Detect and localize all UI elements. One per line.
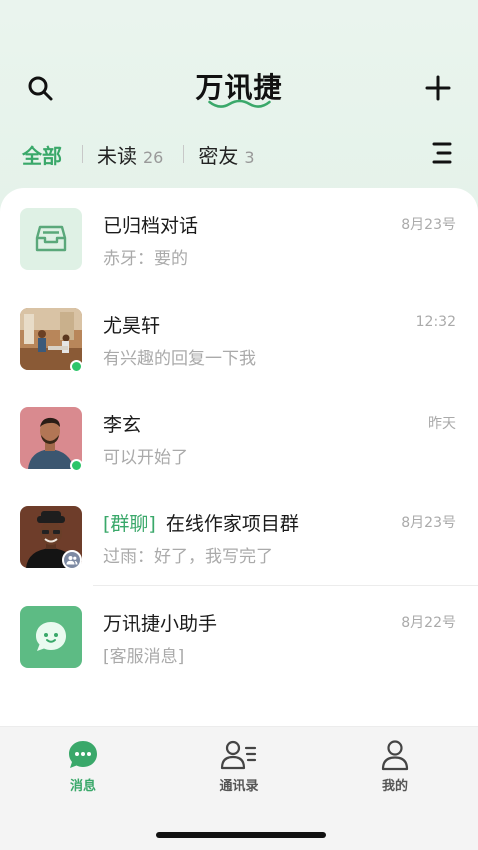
logo-wave-icon	[208, 99, 271, 108]
conversation-preview: 赤牙：要的	[103, 249, 188, 269]
chat-bot-icon	[36, 622, 66, 651]
nav-profile[interactable]: 我的	[350, 739, 440, 799]
conversation-preview: 可以开始了	[103, 448, 188, 468]
tab-unread[interactable]: 未读 26	[97, 140, 163, 169]
group-badge	[62, 550, 82, 570]
conversation-title: 李玄	[103, 414, 142, 436]
add-button[interactable]	[418, 68, 458, 108]
nav-label: 我的	[381, 779, 408, 794]
conversation-time: 8月22号	[401, 615, 456, 631]
conversation-time: 12:32	[415, 314, 456, 330]
conversation-preview: [客服消息]	[103, 647, 185, 667]
conversation-title: [群聊] 在线作家项目群	[103, 509, 299, 536]
tab-divider	[183, 145, 185, 163]
conversation-item[interactable]: 李玄 可以开始了 昨天	[0, 387, 478, 487]
filter-menu-button[interactable]	[430, 140, 454, 166]
conversation-time: 昨天	[428, 416, 456, 432]
conversation-preview: 过雨：好了，我写完了	[103, 547, 273, 567]
conversation-title: 万讯捷小助手	[103, 613, 218, 635]
conversation-item[interactable]: 尤昊轩 有兴趣的回复一下我 12:32	[0, 288, 478, 388]
conversation-time: 8月23号	[401, 217, 456, 233]
tab-label: 全部	[22, 143, 62, 168]
conversation-time: 8月23号	[401, 515, 456, 531]
profile-icon	[381, 740, 409, 771]
search-button[interactable]	[20, 68, 60, 108]
unread-count: 26	[143, 147, 164, 167]
nav-label: 消息	[69, 779, 96, 794]
tab-label: 密友	[198, 143, 239, 168]
nav-contacts[interactable]: 通讯录	[194, 739, 284, 799]
close-friends-count: 3	[244, 147, 255, 167]
conversation-item-group[interactable]: [群聊] 在线作家项目群 过雨：好了，我写完了 8月23号	[0, 486, 478, 586]
tab-divider	[82, 145, 83, 163]
tab-all[interactable]: 全部	[22, 140, 62, 169]
contacts-icon	[220, 740, 257, 770]
conversation-item-assistant[interactable]: 万讯捷小助手 [客服消息] 8月22号	[0, 586, 478, 686]
search-icon	[28, 76, 53, 101]
conversation-title: 已归档对话	[103, 215, 199, 237]
online-status-dot	[70, 459, 83, 472]
tab-close-friends[interactable]: 密友 3	[198, 140, 254, 169]
group-name: 在线作家项目群	[165, 513, 299, 535]
home-indicator[interactable]	[156, 832, 326, 838]
conversation-list: 已归档对话 赤牙：要的 8月23号 尤昊轩 有兴趣的回复一下我 12:32 李玄…	[0, 188, 478, 726]
assistant-avatar	[20, 606, 82, 668]
menu-icon	[432, 142, 452, 164]
conversation-item-archived[interactable]: 已归档对话 赤牙：要的 8月23号	[0, 188, 478, 288]
app-header: 万讯捷	[0, 60, 478, 116]
archive-avatar	[20, 208, 82, 270]
app-logo: 万讯捷	[195, 66, 282, 108]
tab-label: 未读	[97, 143, 137, 168]
group-icon	[66, 556, 78, 565]
message-icon	[69, 741, 97, 768]
conversation-preview: 有兴趣的回复一下我	[103, 349, 256, 369]
group-chat-tag: [群聊]	[103, 513, 156, 535]
conversation-title: 尤昊轩	[103, 315, 161, 337]
nav-messages[interactable]: 消息	[38, 739, 128, 799]
filter-tabs: 全部 未读 26 密友 3	[22, 138, 462, 170]
nav-label: 通讯录	[219, 779, 259, 794]
online-status-dot	[70, 360, 83, 373]
plus-icon	[425, 75, 451, 101]
archive-icon	[35, 225, 67, 252]
